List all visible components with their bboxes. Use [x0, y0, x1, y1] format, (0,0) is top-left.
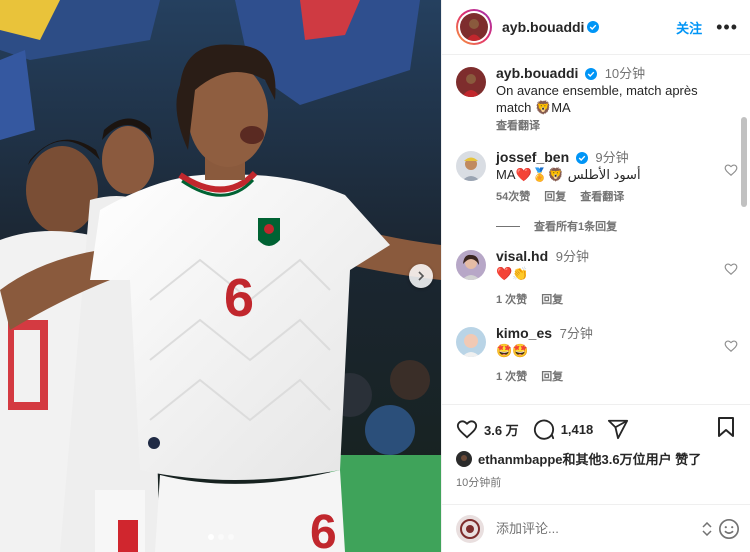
author-username[interactable]: ayb.bouaddi — [502, 19, 584, 35]
comment-button[interactable]: 1,418 — [533, 418, 594, 440]
instagram-post-viewer: 6 6 ayb.bouaddi 关注 ••• ayb.bouaddi 10分钟 … — [0, 0, 750, 552]
post-actions: 3.6 万 1,418 ethanmbappe和其他3.6万位用户 赞了 10分… — [442, 404, 750, 504]
carousel-dot — [207, 534, 214, 540]
liked-by-text: ethanmbappe和其他3.6万位用户 赞了 — [478, 452, 702, 467]
reply-button[interactable]: 回复 — [544, 189, 566, 206]
sort-icon[interactable] — [702, 521, 712, 536]
post-time[interactable]: 10分钟前 — [456, 474, 736, 490]
comment-item: jossef_ben 9分钟 MA❤️🏅🦁 أسود الأطلس 54次赞 回… — [456, 149, 738, 206]
post-photo: 6 6 — [0, 0, 441, 552]
caption: ayb.bouaddi 10分钟 On avance ensemble, mat… — [456, 65, 722, 135]
comment-text: ❤️👏 — [496, 266, 529, 281]
verified-icon — [575, 152, 588, 164]
translate-link[interactable]: 查看翻译 — [496, 118, 540, 135]
comment-time[interactable]: 7分钟 — [560, 326, 593, 341]
comment-author[interactable]: kimo_es — [496, 325, 552, 341]
more-options-button[interactable]: ••• — [716, 18, 738, 36]
comment-likes[interactable]: 54次赞 — [496, 189, 530, 206]
add-comment-bar — [442, 504, 750, 552]
post-image: 6 6 — [0, 0, 441, 552]
view-replies-label: 查看所有1条回复 — [534, 221, 618, 233]
comment-time[interactable]: 9分钟 — [595, 150, 628, 165]
avatar — [456, 67, 486, 97]
next-photo-button[interactable] — [409, 264, 433, 288]
comment-item: kimo_es 7分钟 🤩🤩 1 次赞 回复 — [456, 325, 738, 386]
post-side-panel: ayb.bouaddi 关注 ••• ayb.bouaddi 10分钟 On a… — [441, 0, 750, 552]
verified-icon — [587, 21, 600, 33]
bookmark-icon — [718, 416, 734, 437]
comment-likes[interactable]: 1 次赞 — [496, 292, 527, 309]
comments-list[interactable]: ayb.bouaddi 10分钟 On avance ensemble, mat… — [442, 55, 750, 404]
carousel-dots — [0, 534, 441, 540]
reply-button[interactable]: 回复 — [541, 292, 563, 309]
heart-icon[interactable] — [724, 262, 738, 276]
share-icon — [608, 419, 629, 440]
comment-author[interactable]: visal.hd — [496, 248, 548, 264]
heart-icon[interactable] — [724, 339, 738, 353]
follow-button[interactable]: 关注 — [676, 18, 702, 37]
comment-item: visal.hd 9分钟 ❤️👏 1 次赞 回复 — [456, 248, 738, 309]
scrollbar[interactable] — [741, 117, 747, 207]
chevron-right-icon — [418, 271, 425, 281]
shorts-number: 6 — [310, 506, 337, 552]
story-ring[interactable] — [456, 9, 492, 45]
comment-author[interactable]: jossef_ben — [496, 149, 569, 165]
divider — [496, 225, 520, 227]
avatar — [456, 327, 486, 357]
post-header: ayb.bouaddi 关注 ••• — [442, 0, 750, 55]
avatar — [456, 514, 484, 543]
comment-text: MA❤️🏅🦁 — [496, 167, 565, 182]
emoji-icon[interactable] — [718, 518, 740, 540]
carousel-dot — [217, 534, 224, 540]
likes-count: 3.6 万 — [484, 422, 519, 438]
heart-icon — [456, 420, 478, 439]
comments-count: 1,418 — [560, 421, 594, 437]
comment-icon — [533, 419, 554, 440]
comment-likes[interactable]: 1 次赞 — [496, 369, 527, 386]
caption-text: On avance ensemble, match après match 🦁M… — [496, 83, 698, 115]
avatar — [456, 450, 472, 467]
share-button[interactable] — [607, 418, 635, 440]
heart-icon[interactable] — [724, 163, 738, 177]
comment-text: 🤩🤩 — [496, 343, 529, 358]
liked-by[interactable]: ethanmbappe和其他3.6万位用户 赞了 — [456, 449, 736, 468]
comment-input[interactable] — [496, 521, 702, 536]
carousel-dot — [227, 534, 234, 540]
comment-text-arabic: أسود الأطلس — [567, 167, 641, 182]
avatar — [456, 250, 486, 280]
comment-time[interactable]: 9分钟 — [556, 249, 589, 264]
jersey-number: 6 — [224, 268, 254, 328]
avatar — [456, 151, 486, 181]
reply-button[interactable]: 回复 — [541, 369, 563, 386]
view-replies-button[interactable]: 查看所有1条回复 — [496, 218, 722, 234]
caption-author[interactable]: ayb.bouaddi — [496, 65, 578, 81]
avatar — [460, 13, 488, 41]
verified-icon — [585, 68, 598, 80]
like-button[interactable]: 3.6 万 — [456, 418, 519, 440]
caption-time[interactable]: 10分钟 — [605, 66, 645, 81]
translate-link[interactable]: 查看翻译 — [580, 189, 624, 206]
save-button[interactable] — [716, 416, 736, 443]
